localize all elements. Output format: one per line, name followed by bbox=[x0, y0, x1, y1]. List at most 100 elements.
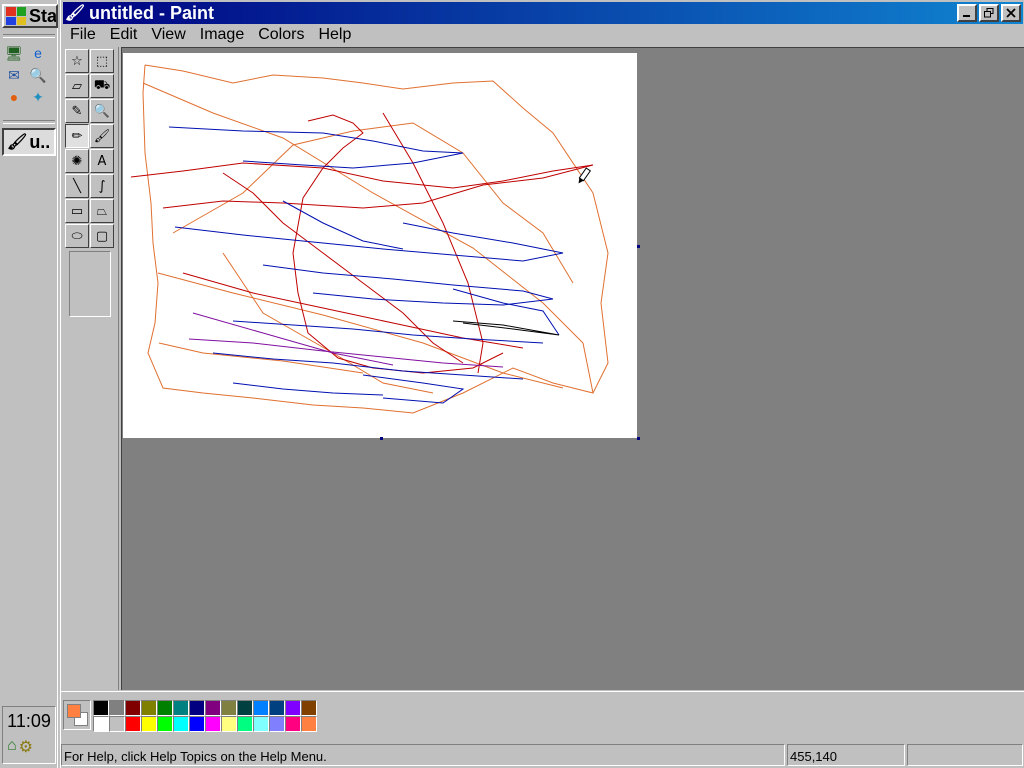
color-swatch[interactable] bbox=[93, 700, 109, 716]
line-tool-button[interactable]: ╲ bbox=[65, 174, 89, 198]
minimize-button[interactable] bbox=[957, 4, 977, 22]
curve-tool-button[interactable]: ∫ bbox=[90, 174, 114, 198]
color-swatch[interactable] bbox=[301, 700, 317, 716]
paint-window: 🖌 untitled - Paint File Edit View Image Colo… bbox=[60, 0, 1024, 768]
title-bar[interactable]: 🖌 untitled - Paint bbox=[63, 2, 1023, 24]
text-icon: A bbox=[97, 153, 107, 169]
paint-app-icon[interactable]: 🖌 bbox=[65, 3, 85, 23]
outlook-icon[interactable]: ✉ bbox=[4, 66, 24, 84]
menu-edit[interactable]: Edit bbox=[103, 24, 145, 46]
menu-help[interactable]: Help bbox=[311, 24, 358, 46]
color-swatch[interactable] bbox=[157, 700, 173, 716]
color-swatch[interactable] bbox=[189, 700, 205, 716]
menu-file[interactable]: File bbox=[63, 24, 103, 46]
color-swatch[interactable] bbox=[173, 700, 189, 716]
rect-select-tool-button[interactable]: ⬚ bbox=[90, 49, 114, 73]
color-swatch[interactable] bbox=[125, 716, 141, 732]
rounded-rect-tool-button[interactable]: ▢ bbox=[90, 224, 114, 248]
desktop-icon[interactable]: 🖥 bbox=[4, 44, 24, 62]
resize-handle-corner[interactable] bbox=[637, 437, 640, 440]
task-button-paint[interactable]: 🖌 u.. bbox=[2, 128, 56, 156]
status-help-text: For Help, click Help Topics on the Help … bbox=[61, 744, 785, 766]
color-swatch[interactable] bbox=[109, 716, 125, 732]
color-swatch[interactable] bbox=[141, 700, 157, 716]
brush-tool-button[interactable]: 🖌 bbox=[90, 124, 114, 148]
menu-colors[interactable]: Colors bbox=[251, 24, 311, 46]
status-selection-size bbox=[907, 744, 1023, 766]
color-picker-tool-button[interactable]: ✎ bbox=[65, 99, 89, 123]
rect-select-icon: ⬚ bbox=[95, 53, 109, 69]
color-swatch[interactable] bbox=[269, 700, 285, 716]
color-swatch[interactable] bbox=[285, 716, 301, 732]
scheduler-icon[interactable]: ⚙ bbox=[19, 737, 33, 757]
color-swatch[interactable] bbox=[221, 716, 237, 732]
search-icon[interactable]: 🔍 bbox=[28, 66, 48, 84]
restore-icon bbox=[984, 8, 994, 18]
color-swatch[interactable] bbox=[205, 716, 221, 732]
pencil-icon: ✏ bbox=[71, 128, 83, 144]
toolbox: ☆ ⬚ ▱ ⛟ ✎ 🔍 ✏ 🖌 ✺ A ╲ ∫ ▭ ⏢ ⬭ ▢ bbox=[61, 47, 119, 690]
eraser-icon: ▱ bbox=[72, 78, 82, 94]
paint-icon: 🖌 bbox=[7, 134, 28, 151]
color-swatch[interactable] bbox=[237, 716, 253, 732]
color-swatch[interactable] bbox=[253, 700, 269, 716]
foreground-color-swatch bbox=[67, 704, 81, 718]
resize-handle-right[interactable] bbox=[637, 245, 640, 248]
color-swatch[interactable] bbox=[301, 716, 317, 732]
magnifier-tool-button[interactable]: 🔍 bbox=[90, 99, 114, 123]
fill-icon: ⛟ bbox=[93, 77, 111, 93]
color-swatch[interactable] bbox=[173, 716, 189, 732]
color-swatch[interactable] bbox=[253, 716, 269, 732]
ie-icon[interactable]: e bbox=[28, 44, 48, 62]
rectangle-tool-button[interactable]: ▭ bbox=[65, 199, 89, 223]
free-select-tool-button[interactable]: ☆ bbox=[65, 49, 89, 73]
pencil-tool-button[interactable]: ✏ bbox=[65, 124, 89, 148]
menu-image[interactable]: Image bbox=[193, 24, 251, 46]
polygon-icon: ⏢ bbox=[96, 203, 108, 219]
start-button[interactable]: Sta bbox=[2, 4, 58, 28]
color-swatch[interactable] bbox=[205, 700, 221, 716]
color-swatch[interactable] bbox=[285, 700, 301, 716]
messenger-icon[interactable]: ✦ bbox=[28, 88, 48, 106]
tool-options-box[interactable] bbox=[69, 251, 111, 317]
color-swatch[interactable] bbox=[237, 700, 253, 716]
start-label: Sta bbox=[29, 5, 58, 26]
menu-view[interactable]: View bbox=[144, 24, 192, 46]
fill-tool-button[interactable]: ⛟ bbox=[90, 74, 114, 98]
current-colors[interactable] bbox=[63, 700, 91, 730]
system-tray: 11:09 ⌂ ⚙ bbox=[2, 706, 56, 764]
curve-icon: ∫ bbox=[98, 178, 106, 194]
ellipse-tool-button[interactable]: ⬭ bbox=[65, 224, 89, 248]
magnifier-icon: 🔍 bbox=[93, 103, 111, 119]
menu-bar: File Edit View Image Colors Help bbox=[63, 24, 358, 46]
close-button[interactable] bbox=[1001, 4, 1021, 22]
close-icon bbox=[1006, 8, 1016, 18]
ellipse-icon: ⬭ bbox=[71, 228, 83, 244]
network-icon[interactable]: ⌂ bbox=[7, 737, 17, 757]
color-swatch[interactable] bbox=[269, 716, 285, 732]
clock[interactable]: 11:09 bbox=[3, 711, 55, 732]
resize-handle-bottom[interactable] bbox=[380, 437, 383, 440]
polygon-tool-button[interactable]: ⏢ bbox=[90, 199, 114, 223]
task-button-label: u.. bbox=[29, 131, 51, 152]
drawing-canvas[interactable] bbox=[123, 53, 637, 438]
color-palette bbox=[93, 700, 317, 732]
eraser-tool-button[interactable]: ▱ bbox=[65, 74, 89, 98]
firefox-icon[interactable]: ● bbox=[4, 88, 24, 106]
airbrush-icon: ✺ bbox=[71, 153, 83, 169]
airbrush-tool-button[interactable]: ✺ bbox=[65, 149, 89, 173]
line-icon: ╲ bbox=[73, 178, 81, 194]
window-title: untitled - Paint bbox=[89, 2, 214, 23]
restore-button[interactable] bbox=[979, 4, 999, 22]
windows-logo-icon bbox=[6, 7, 26, 25]
color-swatch[interactable] bbox=[93, 716, 109, 732]
quick-launch: 🖥 e ✉ 🔍 ● ✦ bbox=[4, 44, 54, 106]
color-swatch[interactable] bbox=[109, 700, 125, 716]
taskbar-separator bbox=[3, 34, 55, 38]
color-swatch[interactable] bbox=[141, 716, 157, 732]
color-swatch[interactable] bbox=[157, 716, 173, 732]
color-swatch[interactable] bbox=[125, 700, 141, 716]
color-swatch[interactable] bbox=[189, 716, 205, 732]
color-swatch[interactable] bbox=[221, 700, 237, 716]
text-tool-button[interactable]: A bbox=[90, 149, 114, 173]
